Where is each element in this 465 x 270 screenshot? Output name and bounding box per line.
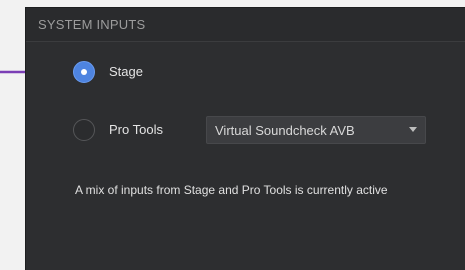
panel-header: SYSTEM INPUTS [26,8,465,42]
panel-title: SYSTEM INPUTS [38,17,146,32]
pro-tools-radio-option[interactable]: Pro Tools [73,119,193,143]
stage-radio-option[interactable]: Stage [73,61,193,85]
input-status-message: A mix of inputs from Stage and Pro Tools… [75,183,388,197]
stage-radio-label[interactable]: Stage [109,64,143,79]
dropdown-selected-value: Virtual Soundcheck AVB [215,123,355,138]
pro-tools-radio-button[interactable] [73,119,95,141]
pro-tools-radio-label[interactable]: Pro Tools [109,122,163,137]
chevron-down-icon[interactable] [409,127,417,132]
stage-radio-button[interactable] [73,61,95,83]
pro-tools-source-dropdown[interactable]: Virtual Soundcheck AVB [206,116,426,144]
